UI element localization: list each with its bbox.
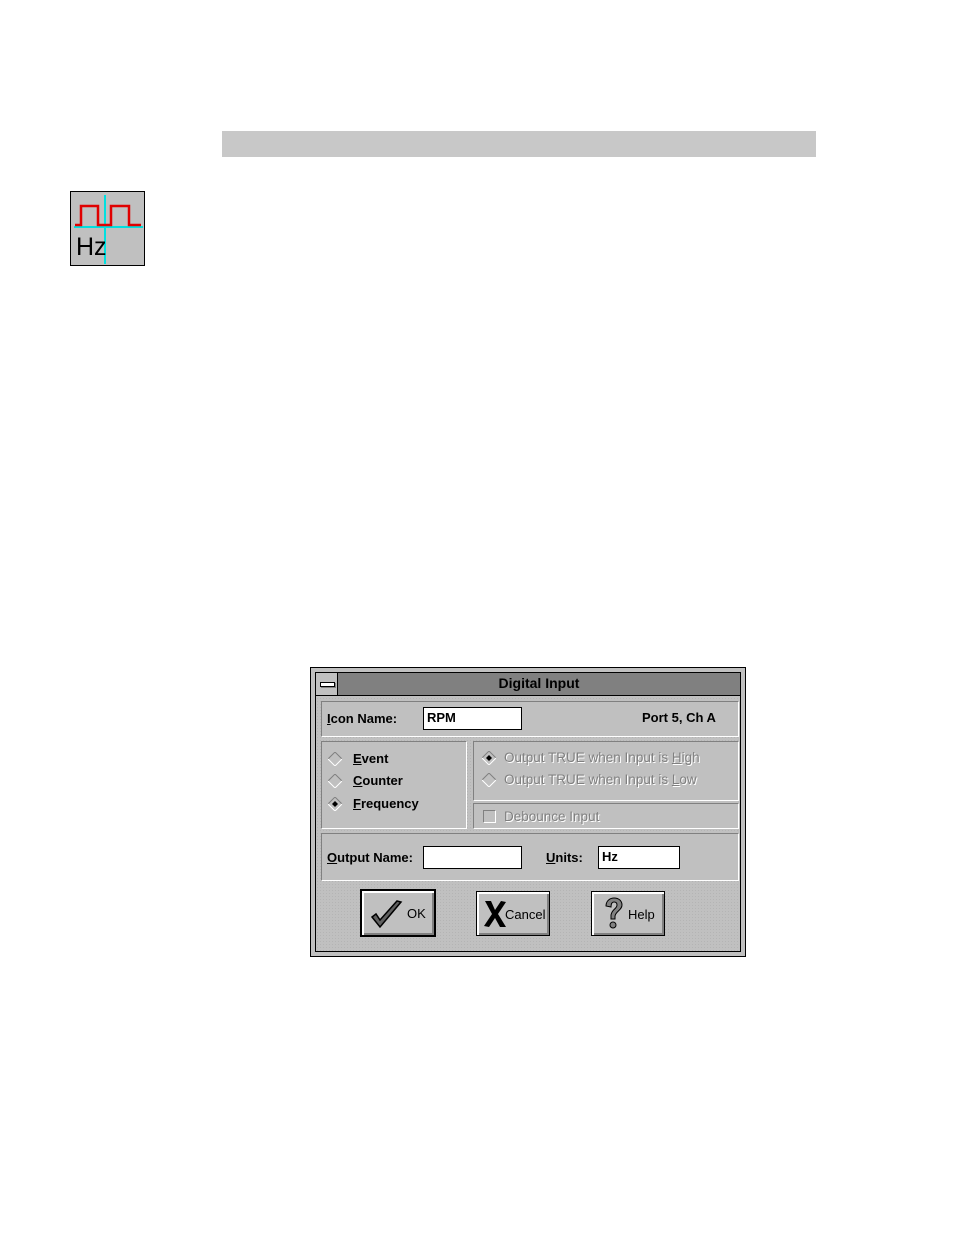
output-high-radio[interactable] xyxy=(482,751,496,765)
counter-label: Counter xyxy=(353,773,403,788)
help-label: Help xyxy=(628,907,655,922)
system-menu-button[interactable] xyxy=(316,673,338,695)
dialog-frame: Digital Input Icon Name: RPM Port 5, Ch … xyxy=(315,672,741,952)
port-info: Port 5, Ch A xyxy=(642,710,716,725)
output-name-label: Output Name: xyxy=(327,850,413,865)
debounce-checkbox[interactable] xyxy=(483,810,496,823)
icon-name-input[interactable]: RPM xyxy=(423,707,522,730)
cancel-button[interactable]: Cancel xyxy=(476,891,550,936)
output-name-input[interactable] xyxy=(423,846,522,869)
counter-radio[interactable] xyxy=(328,774,342,788)
title-bar[interactable]: Digital Input xyxy=(316,673,740,696)
checkmark-icon xyxy=(370,900,403,929)
help-button[interactable]: Help xyxy=(591,891,665,936)
units-input[interactable]: Hz xyxy=(598,846,680,869)
dialog-title: Digital Input xyxy=(498,675,580,691)
output-low-label: Output TRUE when Input is Low xyxy=(504,772,697,787)
system-menu-icon xyxy=(320,682,335,687)
debounce-label: Debounce Input xyxy=(504,809,600,824)
ok-label: OK xyxy=(407,906,426,921)
cancel-label: Cancel xyxy=(505,907,546,922)
debounce-group: Debounce Input xyxy=(473,803,739,829)
mode-group: Event Counter Frequency xyxy=(321,741,467,829)
event-radio[interactable] xyxy=(328,752,342,766)
hz-label: Hz xyxy=(76,233,107,261)
icon-name-panel: Icon Name: RPM Port 5, Ch A xyxy=(321,701,739,737)
event-label: Event xyxy=(353,751,389,766)
question-mark-icon xyxy=(605,897,623,929)
output-name-panel: Output Name: Units: Hz xyxy=(321,833,739,881)
output-high-label: Output TRUE when Input is High xyxy=(504,750,700,765)
icon-name-label: Icon Name: xyxy=(327,711,398,726)
digital-input-dialog: Digital Input Icon Name: RPM Port 5, Ch … xyxy=(310,667,746,957)
frequency-radio[interactable] xyxy=(328,797,342,811)
frequency-hz-icon: Hz xyxy=(70,191,145,266)
ok-button[interactable]: OK xyxy=(360,889,436,937)
output-polarity-group: Output TRUE when Input is High Output TR… xyxy=(473,741,739,801)
header-bar xyxy=(222,131,816,157)
output-low-radio[interactable] xyxy=(482,773,496,787)
units-label: Units: xyxy=(546,850,583,865)
frequency-label: Frequency xyxy=(353,796,419,811)
